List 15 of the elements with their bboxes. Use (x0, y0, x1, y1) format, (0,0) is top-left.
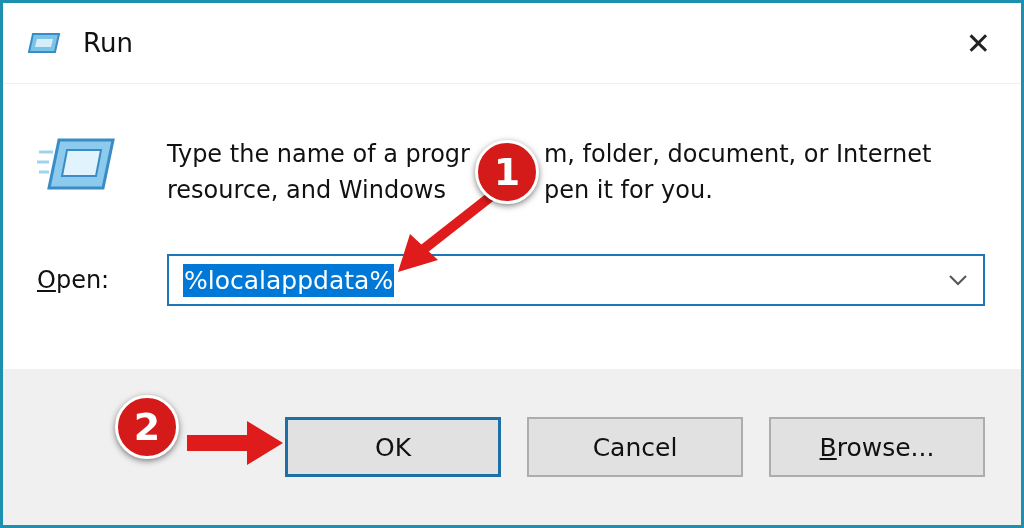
close-button[interactable]: ✕ (955, 21, 1001, 65)
instruction-text: m, folder, document, or Internet (543, 140, 932, 168)
instruction-text: pen it for you. (543, 176, 714, 204)
instruction-text: resource, and Windows (167, 176, 447, 204)
window-title: Run (83, 28, 134, 58)
dialog-button[interactable]: OK (285, 417, 501, 477)
dialog-button[interactable]: Cancel (527, 417, 743, 477)
open-combo-field[interactable]: %localappdata% (167, 254, 985, 306)
run-app-icon (37, 136, 115, 192)
dropdown-caret-icon[interactable] (947, 273, 969, 287)
dialog-button[interactable]: Browse... (769, 417, 985, 477)
run-app-icon (27, 32, 61, 54)
open-label: Open: (37, 266, 111, 294)
field-value: %localappdata% (183, 263, 395, 297)
instruction-text: Type the name of a progr (167, 140, 470, 168)
